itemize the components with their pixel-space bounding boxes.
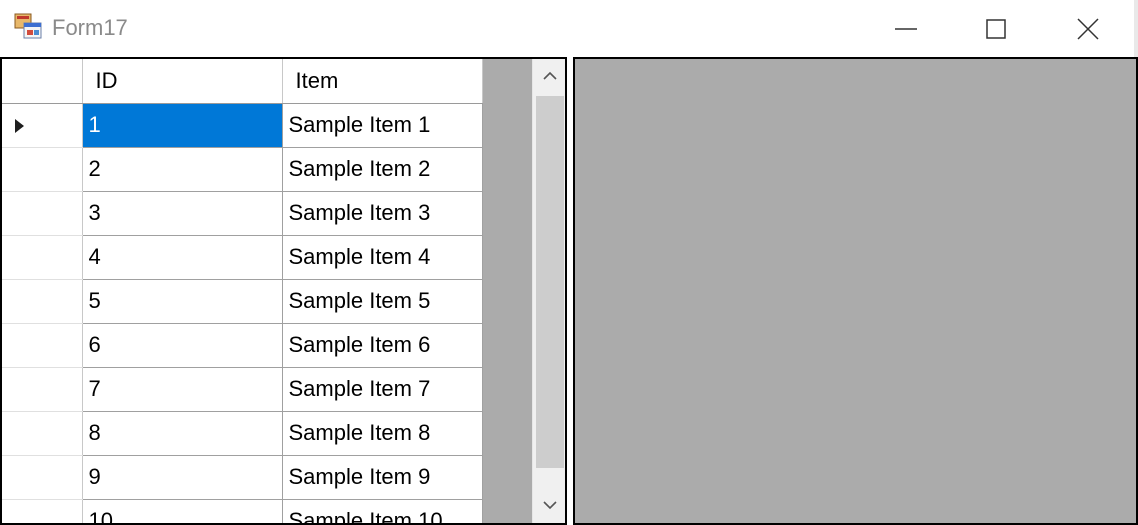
row-header[interactable] [2, 279, 83, 324]
current-row-arrow-icon [15, 118, 24, 133]
scrollbar-thumb[interactable] [536, 96, 564, 468]
cell-item[interactable]: Sample Item 10 [282, 499, 483, 523]
cell-id[interactable]: 10 [82, 499, 283, 523]
table-row[interactable]: 2 Sample Item 2 [2, 147, 483, 192]
cell-item[interactable]: Sample Item 3 [282, 191, 483, 236]
cell-id[interactable]: 5 [82, 279, 283, 324]
cell-id[interactable]: 2 [82, 147, 283, 192]
close-button[interactable] [1042, 0, 1134, 57]
table-row[interactable]: 3 Sample Item 3 [2, 191, 483, 236]
cell-id[interactable]: 8 [82, 411, 283, 456]
form-app-icon[interactable] [14, 13, 44, 41]
cell-item[interactable]: Sample Item 6 [282, 323, 483, 368]
row-header[interactable] [2, 367, 83, 412]
cell-item[interactable]: Sample Item 5 [282, 279, 483, 324]
cell-id[interactable]: 1 [82, 103, 283, 148]
cell-id[interactable]: 7 [82, 367, 283, 412]
row-header[interactable] [2, 411, 83, 456]
table-row[interactable]: 5 Sample Item 5 [2, 279, 483, 324]
cell-item[interactable]: Sample Item 7 [282, 367, 483, 412]
cell-item[interactable]: Sample Item 9 [282, 455, 483, 500]
table-row[interactable]: 10 Sample Item 10 [2, 499, 483, 523]
maximize-button[interactable] [950, 0, 1042, 57]
cell-id[interactable]: 4 [82, 235, 283, 280]
cell-id[interactable]: 9 [82, 455, 283, 500]
table-row[interactable]: 4 Sample Item 4 [2, 235, 483, 280]
cell-item[interactable]: Sample Item 1 [282, 103, 483, 148]
column-header-row: ID Item [2, 59, 483, 104]
maximize-icon [986, 18, 1006, 39]
row-header[interactable] [2, 499, 83, 523]
table-row[interactable]: 1 Sample Item 1 [2, 103, 483, 148]
row-header[interactable] [2, 455, 83, 500]
cell-id[interactable]: 6 [82, 323, 283, 368]
column-header-item[interactable]: Item [282, 59, 483, 104]
grid-table: ID Item 1 Sample Item 1 2 Sample Item 2 … [2, 59, 483, 523]
cell-item[interactable]: Sample Item 4 [282, 235, 483, 280]
cell-item[interactable]: Sample Item 8 [282, 411, 483, 456]
right-panel [573, 57, 1138, 525]
vertical-scrollbar[interactable] [532, 59, 565, 523]
scroll-down-button[interactable] [533, 489, 565, 523]
minimize-icon [895, 18, 917, 40]
close-icon [1077, 17, 1099, 40]
window-title: Form17 [52, 15, 128, 40]
row-header[interactable] [2, 147, 83, 192]
cell-item[interactable]: Sample Item 2 [282, 147, 483, 192]
row-header-corner[interactable] [2, 59, 83, 104]
data-grid[interactable]: ID Item 1 Sample Item 1 2 Sample Item 2 … [0, 57, 567, 525]
table-row[interactable]: 9 Sample Item 9 [2, 455, 483, 500]
minimize-button[interactable] [860, 0, 952, 57]
cell-id[interactable]: 3 [82, 191, 283, 236]
table-row[interactable]: 6 Sample Item 6 [2, 323, 483, 368]
row-header[interactable] [2, 191, 83, 236]
table-row[interactable]: 8 Sample Item 8 [2, 411, 483, 456]
row-header[interactable] [2, 323, 83, 368]
chevron-down-icon [543, 497, 557, 515]
table-row[interactable]: 7 Sample Item 7 [2, 367, 483, 412]
title-bar: Form17 [0, 0, 1138, 57]
chevron-up-icon [543, 67, 557, 85]
row-header[interactable] [2, 235, 83, 280]
scroll-up-button[interactable] [533, 59, 565, 93]
column-header-id[interactable]: ID [82, 59, 283, 104]
row-header[interactable] [2, 103, 83, 148]
window-edge [1134, 0, 1138, 57]
